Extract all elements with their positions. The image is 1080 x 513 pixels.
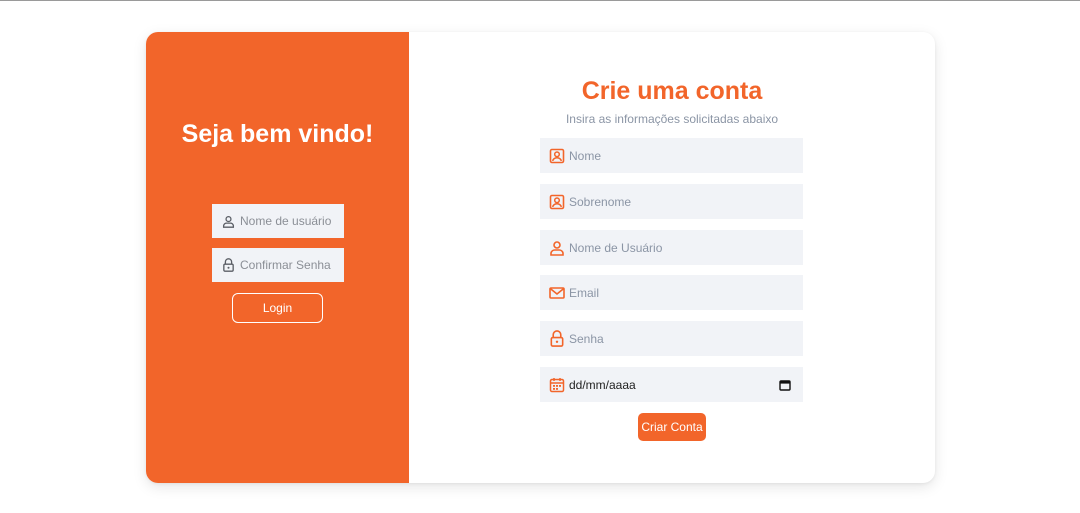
signup-title: Crie uma conta — [581, 77, 763, 105]
new-username-input[interactable] — [569, 240, 789, 255]
user-icon — [222, 215, 235, 228]
auth-card: Seja bem vindo! Login Crie uma conta Ins… — [146, 32, 935, 483]
new-username-field[interactable] — [540, 230, 803, 265]
id-badge-icon — [549, 194, 565, 209]
last-name-field[interactable] — [540, 184, 803, 219]
username-input[interactable] — [240, 214, 332, 228]
email-field[interactable] — [540, 275, 803, 310]
envelope-icon — [549, 286, 565, 299]
calendar-icon — [549, 377, 565, 392]
signup-subtitle: Insira as informações solicitadas abaixo — [565, 112, 779, 126]
last-name-input[interactable] — [569, 194, 789, 209]
email-input[interactable] — [569, 285, 789, 300]
first-name-field[interactable] — [540, 138, 803, 173]
birthdate-field[interactable]: dd/mm/aaaa — [540, 367, 803, 402]
date-picker-icon[interactable] — [779, 379, 791, 391]
username-field[interactable] — [212, 204, 344, 238]
user-icon — [550, 240, 564, 256]
create-account-button[interactable]: Criar Conta — [638, 413, 706, 441]
id-badge-icon — [549, 148, 565, 163]
welcome-title: Seja bem vindo! — [181, 120, 374, 148]
birthdate-input[interactable]: dd/mm/aaaa — [569, 378, 775, 392]
password-input[interactable] — [240, 258, 332, 272]
login-button[interactable]: Login — [232, 293, 323, 323]
top-border — [0, 0, 1080, 1]
lock-icon — [223, 258, 234, 272]
new-password-field[interactable] — [540, 321, 803, 356]
first-name-input[interactable] — [569, 148, 789, 163]
login-panel: Seja bem vindo! Login — [146, 32, 409, 483]
password-field[interactable] — [212, 248, 344, 282]
lock-icon — [550, 330, 564, 347]
new-password-input[interactable] — [569, 331, 789, 346]
